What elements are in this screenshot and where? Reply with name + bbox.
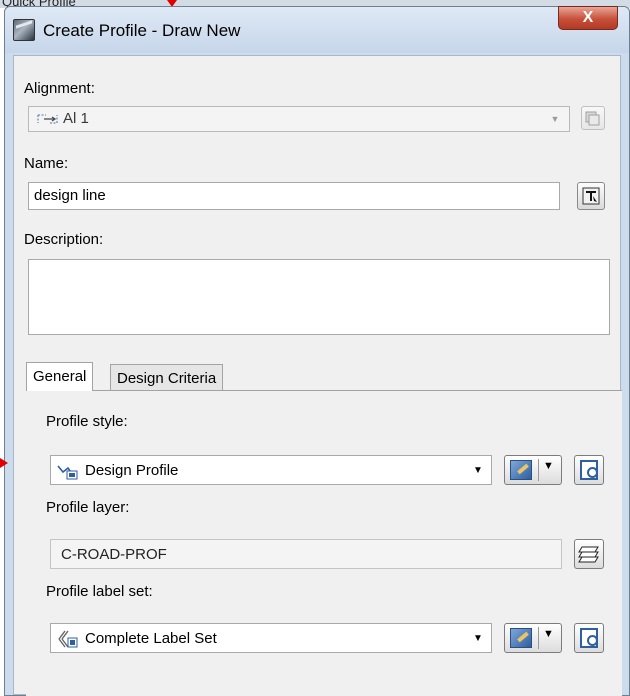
- profile-label-set-value: Complete Label Set: [85, 630, 217, 647]
- profile-style-select[interactable]: Design Profile ▼: [50, 455, 492, 485]
- dialog-window: Create Profile - Draw New X Alignment: A…: [4, 6, 630, 696]
- chevron-down-icon: ▼: [543, 460, 554, 472]
- label-set-icon: [57, 629, 79, 653]
- name-label: Name:: [24, 155, 69, 172]
- name-value: design line: [34, 187, 106, 204]
- alignment-label: Alignment:: [24, 80, 95, 97]
- name-field[interactable]: design line: [28, 182, 560, 210]
- profile-style-icon: [57, 461, 79, 485]
- layer-button[interactable]: [574, 539, 604, 569]
- chevron-down-icon: ▼: [543, 628, 554, 640]
- chevron-down-icon: ▼: [473, 465, 483, 476]
- chevron-down-icon: ▼: [550, 114, 560, 124]
- profile-label-set-select[interactable]: Complete Label Set ▼: [50, 623, 492, 653]
- description-field[interactable]: [28, 259, 610, 335]
- profile-style-label: Profile style:: [46, 413, 128, 430]
- profile-layer-value: C-ROAD-PROF: [61, 546, 167, 563]
- dialog-client-area: Alignment: Al 1 ▼ Name: design line Desc…: [13, 55, 622, 696]
- browse-profile-style-button[interactable]: [574, 455, 604, 485]
- app-icon: [13, 19, 35, 41]
- profile-style-value: Design Profile: [85, 462, 179, 479]
- profile-layer-label: Profile layer:: [46, 499, 130, 516]
- edit-style-icon: [510, 628, 532, 648]
- alignment-value: Al 1: [63, 110, 89, 127]
- edit-label-set-split-button[interactable]: ▼: [504, 623, 562, 653]
- browse-icon: [580, 628, 598, 648]
- profile-label-set-label: Profile label set:: [46, 583, 153, 600]
- annotation-arrow-right-icon: [0, 458, 8, 468]
- browse-icon: [580, 460, 598, 480]
- name-template-icon: [582, 187, 600, 209]
- name-template-button[interactable]: [577, 182, 605, 210]
- tab-design-criteria[interactable]: Design Criteria: [110, 364, 224, 391]
- alignment-icon: [36, 111, 60, 127]
- chevron-down-icon: ▼: [473, 633, 483, 644]
- description-label: Description:: [24, 231, 104, 248]
- layer-icon: [578, 544, 600, 568]
- window-title: Create Profile - Draw New: [43, 21, 241, 40]
- browse-label-set-button[interactable]: [574, 623, 604, 653]
- alignment-select[interactable]: Al 1 ▼: [28, 106, 570, 132]
- profile-layer-field: C-ROAD-PROF: [50, 539, 562, 569]
- edit-style-icon: [510, 460, 532, 480]
- pick-from-drawing-icon: [585, 110, 601, 130]
- pick-alignment-button[interactable]: [581, 106, 605, 130]
- edit-profile-style-split-button[interactable]: ▼: [504, 455, 562, 485]
- title-bar[interactable]: Create Profile - Draw New X: [5, 6, 629, 53]
- tab-panel-general: Profile style: Design Profile ▼ ▼ Profil…: [26, 390, 622, 696]
- close-button[interactable]: X: [558, 6, 618, 30]
- tab-general[interactable]: General: [26, 362, 94, 391]
